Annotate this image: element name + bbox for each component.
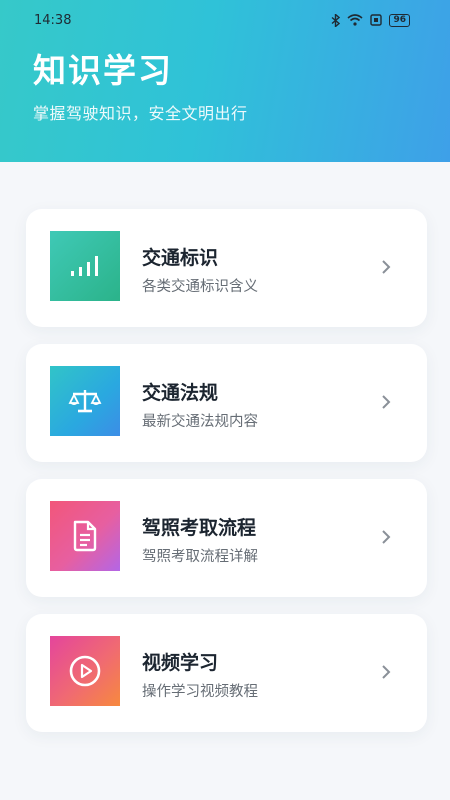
signal-bars-icon — [71, 256, 98, 276]
card-desc: 操作学习视频教程 — [142, 684, 258, 700]
page-subtitle: 掌握驾驶知识，安全文明出行 — [33, 104, 248, 123]
card-title: 视频学习 — [142, 652, 219, 674]
card-title: 交通法规 — [142, 382, 219, 404]
card-icon-box — [50, 366, 120, 436]
chevron-right-icon — [382, 665, 391, 679]
bluetooth-icon — [331, 13, 341, 27]
card-icon-box — [50, 501, 120, 571]
card-traffic-signs[interactable]: 交通标识 各类交通标识含义 — [26, 209, 427, 327]
status-bar: 14:38 96 — [0, 0, 450, 40]
card-desc: 各类交通标识含义 — [142, 279, 258, 295]
status-time: 14:38 — [34, 12, 72, 28]
card-desc: 最新交通法规内容 — [142, 414, 258, 430]
chevron-right-icon — [382, 395, 391, 409]
card-icon-box — [50, 636, 120, 706]
card-license-process[interactable]: 驾照考取流程 驾照考取流程详解 — [26, 479, 427, 597]
sim-icon — [370, 14, 383, 26]
card-video-learning[interactable]: 视频学习 操作学习视频教程 — [26, 614, 427, 732]
play-icon — [69, 655, 101, 687]
card-desc: 驾照考取流程详解 — [142, 549, 258, 565]
status-icons: 96 — [331, 13, 410, 27]
wifi-icon — [347, 14, 363, 26]
battery-icon: 96 — [389, 13, 410, 27]
chevron-right-icon — [382, 530, 391, 544]
document-icon — [73, 520, 97, 552]
chevron-right-icon — [382, 260, 391, 274]
card-traffic-laws[interactable]: 交通法规 最新交通法规内容 — [26, 344, 427, 462]
header: 14:38 96 知识学习 掌握驾驶知识，安全文明出行 — [0, 0, 450, 162]
card-title: 交通标识 — [142, 247, 219, 269]
scale-icon — [68, 390, 102, 413]
card-title: 驾照考取流程 — [142, 517, 257, 539]
page-title: 知识学习 — [33, 51, 173, 90]
card-icon-box — [50, 231, 120, 301]
